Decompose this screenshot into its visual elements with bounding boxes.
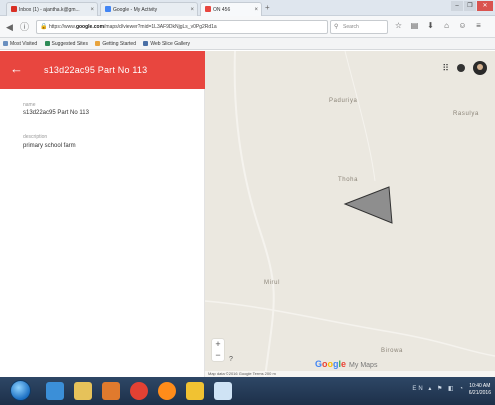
browser-toolbar-icons: ☆ ▤ ⬇ ⌂ ☺ ≡: [394, 20, 483, 32]
name-field-value: s13d22ac95 Part No 113: [23, 110, 89, 116]
tab-close-icon[interactable]: ×: [190, 3, 194, 16]
url-path: /maps/d/viewer?mid=1L3AF9DkNjgLs_v0Pg2Rd…: [104, 24, 217, 30]
paint-icon[interactable]: [186, 382, 204, 400]
chrome-icon[interactable]: [130, 382, 148, 400]
place-label-thoha: Thoha: [338, 177, 359, 183]
start-button-icon[interactable]: [10, 380, 31, 401]
mymaps-favicon-icon: [205, 6, 211, 12]
web-slice-icon: [143, 41, 149, 46]
tab-inbox[interactable]: Inbox (1) - ajantha.k@gm... ×: [6, 2, 98, 16]
field-polygon: [343, 186, 393, 224]
bookmark-web-slice-gallery[interactable]: Web Slice Gallery: [143, 38, 190, 50]
folder-icon: [3, 41, 8, 46]
clock-time: 10:40 AM: [469, 383, 491, 389]
url-domain: google.com: [75, 24, 105, 30]
url-prefix: https://www.: [49, 24, 76, 30]
google-my-maps-logo: Google My Maps: [315, 359, 377, 369]
tab-my-activity[interactable]: Google - My Activity ×: [100, 2, 198, 16]
street-view-pegman-icon[interactable]: ?: [229, 356, 233, 363]
description-field-label: description: [23, 134, 48, 140]
name-field-label: name: [23, 102, 36, 108]
taskbar-clock[interactable]: 10:40 AM 6/21/2016: [469, 383, 491, 397]
notes-icon[interactable]: [214, 382, 232, 400]
feature-title: s13d22ac95 Part No 113: [44, 65, 148, 75]
feature-details-panel: ← s13d22ac95 Part No 113 name s13d22ac95…: [0, 51, 205, 377]
suggested-icon: [44, 41, 50, 46]
bookmark-getting-started[interactable]: Getting Started: [95, 38, 136, 50]
bookmark-suggested-sites[interactable]: Suggested Sites: [44, 38, 88, 50]
info-icon[interactable]: ⓘ: [20, 21, 29, 33]
bookmark-label: Most Visited: [10, 41, 38, 47]
tab-inbox-label: Inbox (1) - ajantha.k@gm...: [19, 7, 80, 13]
back-arrow-button[interactable]: ←: [10, 61, 23, 77]
google-logo-text: Google: [315, 359, 347, 369]
notifications-icon[interactable]: [457, 64, 465, 72]
bookmark-label: Suggested Sites: [51, 41, 88, 47]
minimize-button[interactable]: –: [451, 1, 463, 11]
menu-icon[interactable]: ≡: [474, 20, 483, 32]
tab-my-activity-label: Google - My Activity: [113, 7, 158, 13]
address-bar[interactable]: 🔒 https://www.google.com/maps/d/viewer?m…: [36, 20, 328, 34]
map-canvas[interactable]: ⠿ Paduriya Rasulya Thoha Mirul Birowa + …: [205, 51, 495, 377]
lock-icon: 🔒: [40, 24, 48, 30]
windows-taskbar: EN ▴ ⚑ ◧ ◔ 10:40 AM 6/21/2016: [0, 377, 495, 405]
tab-map[interactable]: ON 456 ×: [200, 2, 262, 16]
browser-tab-bar: Inbox (1) - ajantha.k@gm... × Google - M…: [0, 0, 495, 16]
zoom-in-button[interactable]: +: [212, 339, 224, 350]
google-favicon-icon: [105, 6, 111, 12]
place-label-paduriya: Paduriya: [329, 98, 358, 104]
internet-explorer-icon[interactable]: [46, 382, 64, 400]
search-input[interactable]: ⚲ Search: [330, 20, 388, 34]
zoom-out-button[interactable]: −: [212, 350, 224, 361]
place-label-birowa: Birowa: [381, 348, 403, 354]
bookmark-label: Getting Started: [102, 41, 136, 47]
back-arrow-icon[interactable]: ◀: [6, 21, 13, 33]
system-tray[interactable]: EN ▴ ⚑ ◧ ◔: [412, 385, 465, 392]
smiley-icon[interactable]: ☺: [458, 20, 467, 32]
browser-nav-bar: ◀ ⓘ 🔒 https://www.google.com/maps/d/view…: [0, 16, 495, 38]
tab-close-icon[interactable]: ×: [254, 3, 258, 16]
maximize-button[interactable]: ❐: [464, 1, 476, 11]
home-icon[interactable]: ⌂: [442, 20, 451, 32]
account-avatar[interactable]: [473, 61, 487, 75]
reading-list-icon[interactable]: ▤: [410, 20, 419, 32]
media-player-icon[interactable]: [102, 382, 120, 400]
clock-date: 6/21/2016: [468, 390, 491, 396]
download-icon[interactable]: ⬇: [426, 20, 435, 32]
gmail-favicon-icon: [11, 6, 17, 12]
search-placeholder: Search: [343, 24, 359, 30]
firefox-small-icon: [95, 41, 101, 46]
file-explorer-icon[interactable]: [74, 382, 92, 400]
bookmark-most-visited[interactable]: Most Visited: [3, 38, 37, 50]
window-controls: – ❐ ✕: [451, 1, 493, 13]
tab-close-icon[interactable]: ×: [90, 3, 94, 16]
bookmark-label: Web Slice Gallery: [150, 41, 191, 47]
apps-grid-icon[interactable]: ⠿: [442, 63, 449, 74]
map-top-icons: ⠿: [442, 61, 487, 75]
bookmark-star-icon[interactable]: ☆: [394, 20, 403, 32]
tab-map-label: ON 456: [213, 7, 231, 13]
my-maps-text: My Maps: [349, 362, 378, 369]
bookmarks-bar: Most Visited Suggested Sites Getting Sta…: [0, 38, 495, 50]
zoom-controls: + −: [212, 339, 224, 361]
close-window-button[interactable]: ✕: [477, 1, 493, 11]
place-label-mirul: Mirul: [264, 280, 280, 286]
description-field-value: primary school farm: [23, 143, 76, 149]
place-label-rasulya: Rasulya: [453, 111, 479, 117]
new-tab-button[interactable]: +: [265, 3, 270, 12]
panel-header: ← s13d22ac95 Part No 113: [0, 51, 205, 89]
firefox-icon[interactable]: [158, 382, 176, 400]
search-icon: ⚲: [334, 24, 339, 30]
